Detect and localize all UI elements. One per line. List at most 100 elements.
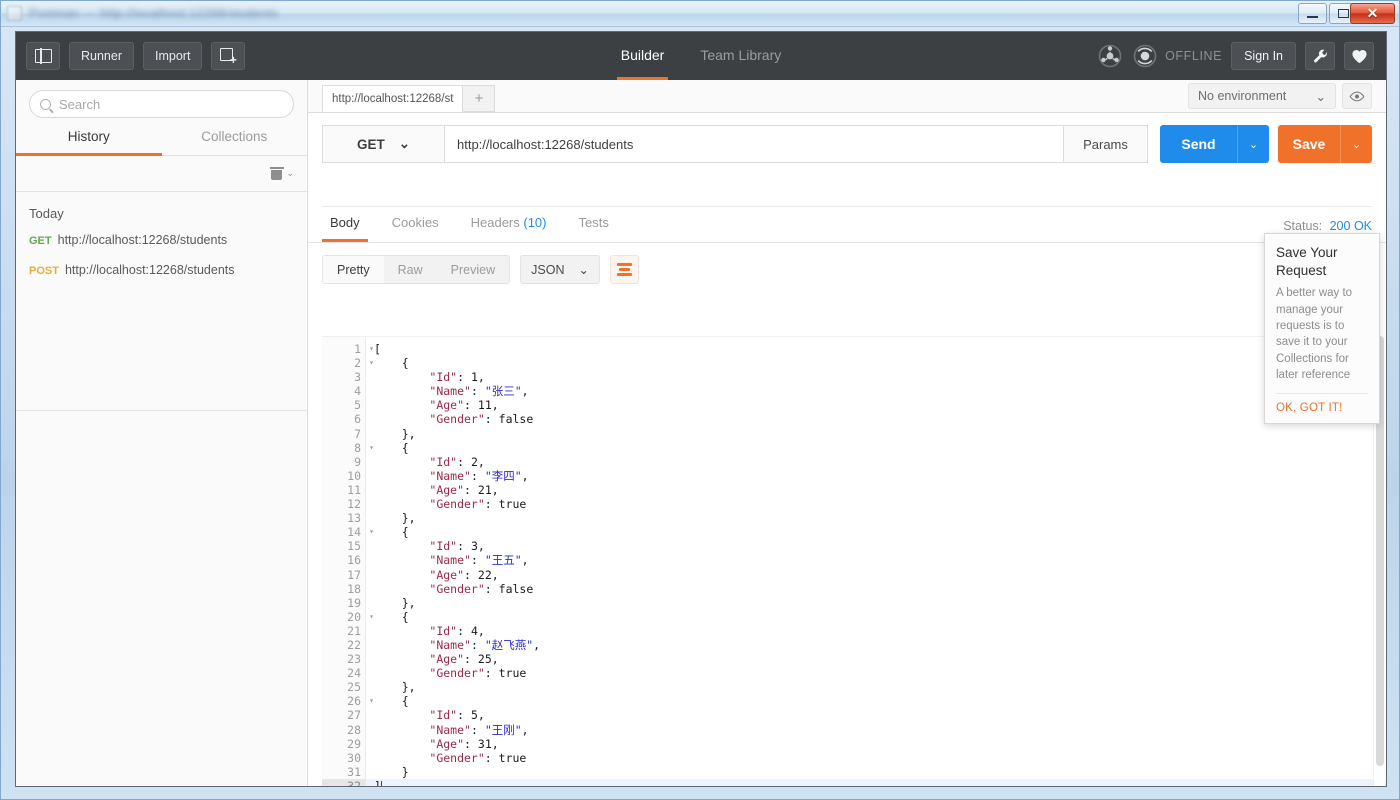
tab-body[interactable]: Body <box>322 215 368 242</box>
tab-team-library[interactable]: Team Library <box>696 32 785 80</box>
editor-code[interactable]: [ { "Id": 1, "Name": "张三", "Age": 11, "G… <box>366 337 1386 786</box>
editor-line-number: 31 <box>322 765 365 779</box>
editor-line: { <box>366 441 1386 455</box>
history-method-badge: POST <box>29 265 59 277</box>
editor-line: "Age": 31, <box>366 737 1386 751</box>
request-tab[interactable]: http://localhost:12268/st <box>322 85 463 112</box>
editor-line-number: 1▾ <box>322 342 365 356</box>
body-format-label: JSON <box>531 263 564 277</box>
trash-icon[interactable] <box>271 167 282 180</box>
import-button[interactable]: Import <box>143 42 202 70</box>
editor-line: "Gender": false <box>366 582 1386 596</box>
view-mode-raw[interactable]: Raw <box>384 256 437 283</box>
editor-line: "Id": 3, <box>366 539 1386 553</box>
heart-icon[interactable] <box>1344 42 1374 70</box>
history-method-badge: GET <box>29 235 52 247</box>
editor-line: "Name": "赵飞燕", <box>366 638 1386 652</box>
editor-line: "Gender": true <box>366 751 1386 765</box>
method-label: GET <box>357 137 385 152</box>
tooltip-body: A better way to manage your requests is … <box>1276 285 1368 384</box>
navbar-left-group: Runner Import + <box>16 42 245 70</box>
sidebar-search-wrap <box>16 80 307 118</box>
navbar-right-group: OFFLINE Sign In <box>1097 42 1386 70</box>
add-request-tab-button[interactable]: + <box>463 85 495 112</box>
history-group-title: Today <box>16 206 307 225</box>
editor-line-number: 7 <box>322 427 365 441</box>
wrench-icon[interactable] <box>1305 42 1335 70</box>
response-tabs: Body Cookies Headers (10) Tests Status: … <box>308 207 1386 243</box>
tooltip-confirm-button[interactable]: OK, GOT IT! <box>1276 394 1368 423</box>
connection-status-icon[interactable] <box>1132 43 1158 69</box>
response-format-row: Pretty Raw Preview JSON ⌄ <box>308 243 1386 296</box>
editor-line: "Gender": false <box>366 412 1386 426</box>
editor-line: { <box>366 610 1386 624</box>
search-input[interactable] <box>59 97 283 112</box>
body-format-select[interactable]: JSON ⌄ <box>520 255 600 284</box>
tab-headers-label: Headers <box>471 215 520 230</box>
sidebar-actions-bar: ⌄ <box>16 156 307 192</box>
list-item[interactable]: POST http://localhost:12268/students <box>16 255 307 285</box>
view-mode-group: Pretty Raw Preview <box>322 255 510 284</box>
editor-line: "Id": 4, <box>366 624 1386 638</box>
editor-line-number: 25 <box>322 680 365 694</box>
tooltip-title: Save Your Request <box>1276 244 1368 279</box>
sign-in-button[interactable]: Sign In <box>1231 42 1296 70</box>
view-mode-pretty[interactable]: Pretty <box>323 256 384 283</box>
editor-gutter: 1▾2▾345678▾91011121314▾151617181920▾2122… <box>322 337 366 786</box>
word-wrap-icon[interactable] <box>610 255 639 284</box>
sidebar-toggle-button[interactable] <box>26 42 60 70</box>
list-item[interactable]: GET http://localhost:12268/students <box>16 225 307 255</box>
sidebar-empty-area <box>16 410 307 786</box>
editor-line: "Age": 21, <box>366 483 1386 497</box>
tab-builder[interactable]: Builder <box>617 32 669 80</box>
editor-line-number: 9 <box>322 455 365 469</box>
params-button[interactable]: Params <box>1064 125 1148 163</box>
editor-line-number: 16 <box>322 553 365 567</box>
method-select[interactable]: GET ⌄ <box>322 125 444 163</box>
view-mode-preview[interactable]: Preview <box>437 256 509 283</box>
editor-line-number: 30 <box>322 751 365 765</box>
offline-status-label: OFFLINE <box>1165 49 1222 63</box>
url-input[interactable] <box>444 125 1064 163</box>
new-tab-button[interactable]: + <box>211 42 245 70</box>
send-button[interactable]: Send <box>1160 125 1237 163</box>
window-close-button[interactable]: ✕ <box>1350 3 1395 24</box>
request-tabstrip: http://localhost:12268/st + No environme… <box>308 80 1386 113</box>
save-request-tooltip: Save Your Request A better way to manage… <box>1264 233 1380 424</box>
editor-line-number: 19 <box>322 596 365 610</box>
send-options-caret-icon[interactable]: ⌄ <box>1237 125 1269 163</box>
sidebar-tab-collections[interactable]: Collections <box>162 129 308 156</box>
window-minimize-button[interactable] <box>1298 3 1327 24</box>
editor-line: "Name": "王刚", <box>366 723 1386 737</box>
clear-history-caret-icon[interactable]: ⌄ <box>286 168 294 179</box>
response-body-editor[interactable]: 1▾2▾345678▾91011121314▾151617181920▾2122… <box>322 336 1386 786</box>
editor-line: }, <box>366 511 1386 525</box>
save-options-caret-icon[interactable]: ⌄ <box>1340 125 1372 163</box>
editor-line: "Id": 5, <box>366 708 1386 722</box>
editor-line: { <box>366 694 1386 708</box>
tab-tests[interactable]: Tests <box>571 215 617 242</box>
save-button-group: Save ⌄ <box>1278 125 1372 163</box>
search-icon <box>40 99 51 110</box>
eye-icon[interactable] <box>1342 83 1372 109</box>
editor-line-number: 11 <box>322 483 365 497</box>
runner-button[interactable]: Runner <box>69 42 134 70</box>
tab-headers[interactable]: Headers (10) <box>463 215 555 242</box>
search-box[interactable] <box>29 90 294 118</box>
tab-cookies[interactable]: Cookies <box>384 215 447 242</box>
sidebar-tab-history[interactable]: History <box>16 129 162 156</box>
editor-line: [ <box>366 342 1386 356</box>
sync-icon[interactable] <box>1097 43 1123 69</box>
editor-line: ] <box>366 779 1386 786</box>
save-button[interactable]: Save <box>1278 125 1340 163</box>
environment-select[interactable]: No environment ⌄ <box>1188 83 1336 109</box>
editor-line-number: 20▾ <box>322 610 365 624</box>
editor-line: "Name": "李四", <box>366 469 1386 483</box>
editor-line: }, <box>366 596 1386 610</box>
editor-line-number: 27 <box>322 708 365 722</box>
environment-selected-label: No environment <box>1198 89 1286 103</box>
window-title-text: Postman — http://localhost:12268/student… <box>29 6 729 21</box>
editor-line: "Id": 2, <box>366 455 1386 469</box>
editor-line-number: 5 <box>322 398 365 412</box>
sidebar-tabs: History Collections <box>16 129 307 156</box>
